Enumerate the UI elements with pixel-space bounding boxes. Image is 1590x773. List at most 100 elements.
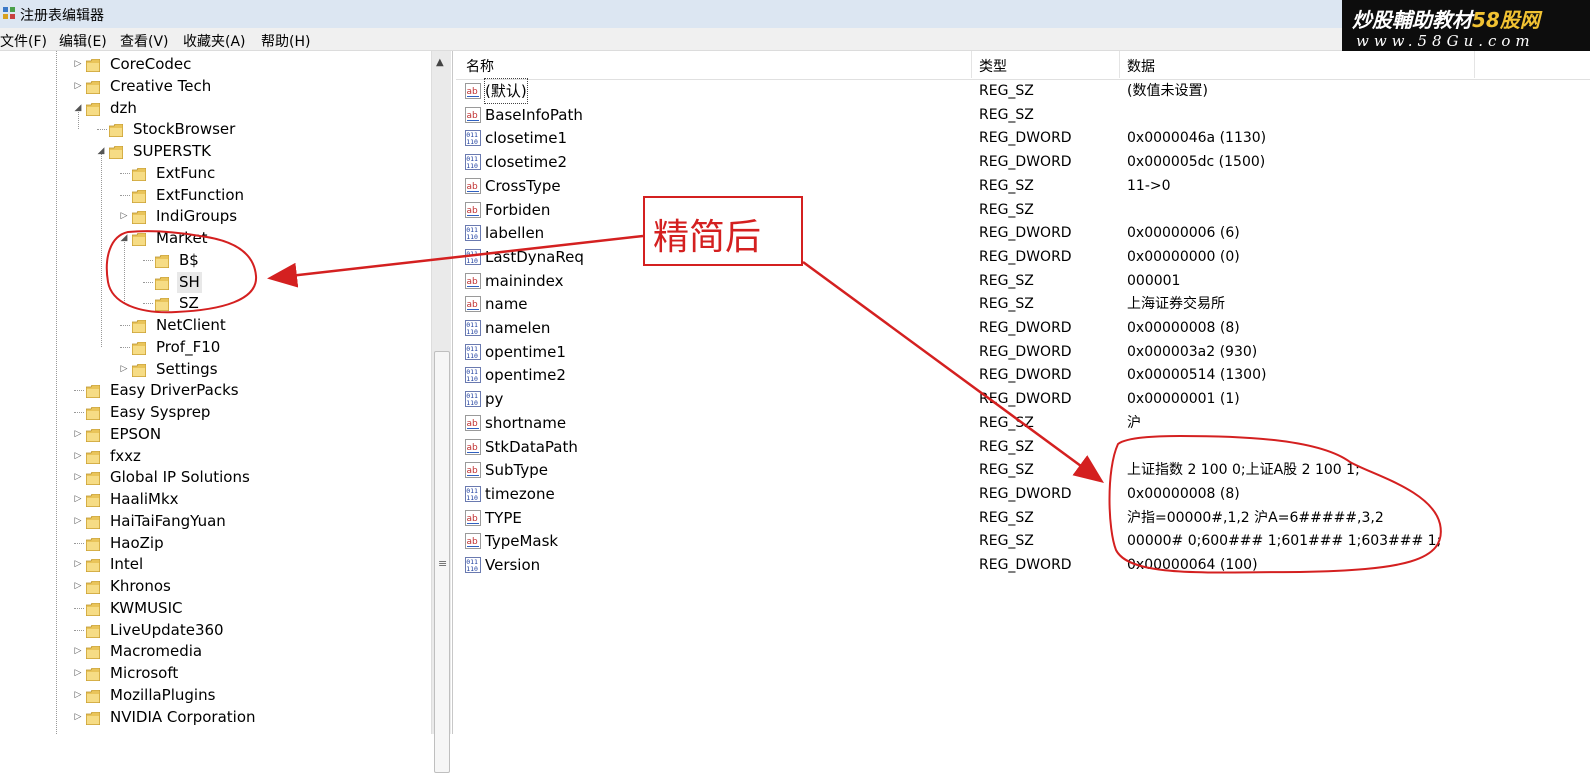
expand-arrow-icon[interactable]: ▷: [72, 467, 84, 488]
string-value-icon: ab: [465, 438, 481, 455]
collapse-arrow-icon[interactable]: ◢: [118, 228, 130, 249]
watermark-accent-text: 58股网: [1472, 8, 1540, 32]
string-value-icon: ab: [465, 177, 481, 194]
value-row[interactable]: 011 110 labellen REG_DWORD 0x00000006 (6): [456, 221, 1590, 245]
annotation-callout: 精简后: [643, 196, 803, 266]
value-name: opentime2: [485, 366, 566, 385]
svg-text:110: 110: [466, 494, 478, 502]
svg-text:ab: ab: [467, 514, 479, 524]
expand-arrow-icon[interactable]: ▷: [72, 576, 84, 597]
folder-icon: [85, 558, 101, 573]
value-row[interactable]: 011 110 opentime1 REG_DWORD 0x000003a2 (930): [456, 340, 1590, 364]
value-row[interactable]: 011 110 timezone REG_DWORD 0x00000008 (8): [456, 482, 1590, 506]
tree-guide-line: [56, 51, 57, 734]
column-separator[interactable]: [1474, 51, 1475, 78]
expand-arrow-icon[interactable]: ▷: [72, 54, 84, 75]
site-watermark-logo: 炒股輔助教材58股网 www.58Gu.com: [1342, 0, 1590, 54]
value-row[interactable]: ab mainindex REG_SZ 000001: [456, 269, 1590, 293]
value-row[interactable]: 011 110 namelen REG_DWORD 0x00000008 (8): [456, 316, 1590, 340]
value-row[interactable]: ab BaseInfoPath REG_SZ: [456, 103, 1590, 127]
folder-icon: [154, 254, 170, 269]
value-row[interactable]: ab Forbiden REG_SZ: [456, 198, 1590, 222]
value-row[interactable]: 011 110 closetime1 REG_DWORD 0x0000046a (113…: [456, 126, 1590, 150]
menu-edit[interactable]: 编辑(E): [59, 31, 107, 51]
folder-icon: [85, 624, 101, 638]
binary-value-icon: 011 110: [465, 248, 481, 265]
tree-item-label: Microsoft: [110, 664, 179, 682]
expand-arrow-icon[interactable]: ▷: [72, 446, 84, 467]
value-name: CrossType: [485, 176, 561, 195]
expand-arrow-icon[interactable]: ▷: [72, 489, 84, 510]
column-header-name[interactable]: 名称: [466, 56, 494, 76]
value-row[interactable]: ab name REG_SZ 上海证券交易所: [456, 292, 1590, 316]
value-row[interactable]: ab shortname REG_SZ 沪: [456, 411, 1590, 435]
string-value-icon: ab: [465, 414, 481, 431]
value-row[interactable]: 011 110 opentime2 REG_DWORD 0x00000514 (1300…: [456, 363, 1590, 387]
expand-arrow-icon[interactable]: ▷: [72, 707, 84, 728]
collapse-arrow-icon[interactable]: ◢: [95, 141, 107, 162]
value-row[interactable]: 011 110 Version REG_DWORD 0x00000064 (100): [456, 553, 1590, 577]
value-name: py: [485, 390, 504, 409]
value-row[interactable]: ab SubType REG_SZ 上证指数 2 100 0;上证A股 2 100 1…: [456, 458, 1590, 482]
expand-arrow-icon[interactable]: ▷: [72, 424, 84, 445]
tree-item-label: NVIDIA Corporation: [110, 707, 256, 726]
binary-value-icon: 011 110: [465, 343, 481, 360]
column-separator[interactable]: [971, 51, 972, 78]
expand-arrow-icon[interactable]: ▷: [72, 663, 84, 684]
menu-view[interactable]: 查看(V): [120, 31, 169, 51]
value-type: REG_SZ: [979, 509, 1034, 526]
column-header-type[interactable]: 类型: [979, 56, 1007, 76]
expand-arrow-icon[interactable]: ▷: [72, 641, 84, 662]
expand-arrow-icon[interactable]: ▷: [118, 206, 130, 227]
value-row[interactable]: ab StkDataPath REG_SZ: [456, 435, 1590, 459]
menu-favorites[interactable]: 收藏夹(A): [183, 31, 246, 51]
tree-guide-line: [74, 390, 84, 392]
folder-icon: [85, 102, 101, 116]
value-row[interactable]: 011 110 closetime2 REG_DWORD 0x000005dc (150…: [456, 150, 1590, 174]
value-type: REG_SZ: [979, 106, 1034, 123]
svg-text:ab: ab: [467, 277, 479, 287]
value-type: REG_DWORD: [979, 225, 1072, 242]
value-row[interactable]: 011 110 py REG_DWORD 0x00000001 (1): [456, 387, 1590, 411]
menu-help[interactable]: 帮助(H): [261, 31, 310, 51]
scrollbar-thumb[interactable]: ≡: [434, 351, 450, 773]
folder-icon: [131, 319, 147, 334]
svg-text:ab: ab: [467, 206, 479, 216]
expand-arrow-icon[interactable]: ▷: [72, 554, 84, 575]
tree-guide-line: [143, 259, 153, 261]
value-data: 0x00000006 (6): [1127, 225, 1240, 242]
value-data: 0x00000000 (0): [1127, 248, 1240, 265]
registry-key-tree[interactable]: ▷ CoreCodec ▷ Creative Tech ◢ dzh StockBrowser…: [0, 51, 453, 734]
folder-icon: [85, 667, 101, 682]
column-separator[interactable]: [1119, 51, 1120, 78]
column-header-data[interactable]: 数据: [1127, 56, 1155, 76]
scroll-up-arrow-icon[interactable]: ▲: [436, 57, 444, 68]
folder-icon: [131, 167, 147, 182]
tree-item-label: NetClient: [156, 316, 226, 334]
value-name: SubType: [485, 461, 549, 480]
tree-scrollbar[interactable]: ▲ ≡: [431, 51, 451, 773]
value-row[interactable]: ab (默认) REG_SZ (数值未设置): [456, 78, 1590, 104]
registry-values-list[interactable]: 名称 类型 数据 ab (默认) REG_SZ (数值未设置) ab BaseInfoPa…: [456, 51, 1590, 734]
expand-arrow-icon[interactable]: ▷: [72, 511, 84, 532]
expand-arrow-icon[interactable]: ▷: [72, 76, 84, 97]
value-name: closetime1: [485, 129, 568, 148]
value-name: Forbiden: [485, 200, 551, 219]
expand-arrow-icon[interactable]: ▷: [118, 359, 130, 380]
value-row[interactable]: ab CrossType REG_SZ 11->0: [456, 174, 1590, 198]
expand-arrow-icon[interactable]: ▷: [72, 685, 84, 706]
tree-item-label: MozillaPlugins: [110, 685, 216, 704]
tree-item-label: StockBrowser: [133, 120, 236, 139]
menu-file[interactable]: 文件(F): [0, 31, 47, 51]
string-value-icon: ab: [465, 272, 481, 289]
folder-icon: [131, 341, 147, 356]
value-row[interactable]: ab TYPE REG_SZ 沪指=00000#,1,2 沪A=6#####,3,2: [456, 506, 1590, 530]
window-title: 注册表编辑器: [20, 8, 104, 24]
collapse-arrow-icon[interactable]: ◢: [72, 98, 84, 119]
folder-icon: [85, 471, 101, 486]
tree-guide-line: [120, 325, 130, 326]
value-name: labellen: [485, 224, 545, 243]
value-row[interactable]: ab TypeMask REG_SZ 00000# 0;600### 1;601###…: [456, 529, 1590, 553]
value-data: 11->0: [1127, 177, 1171, 194]
value-row[interactable]: 011 110 LastDynaReq REG_DWORD 0x00000000 (0): [456, 245, 1590, 269]
